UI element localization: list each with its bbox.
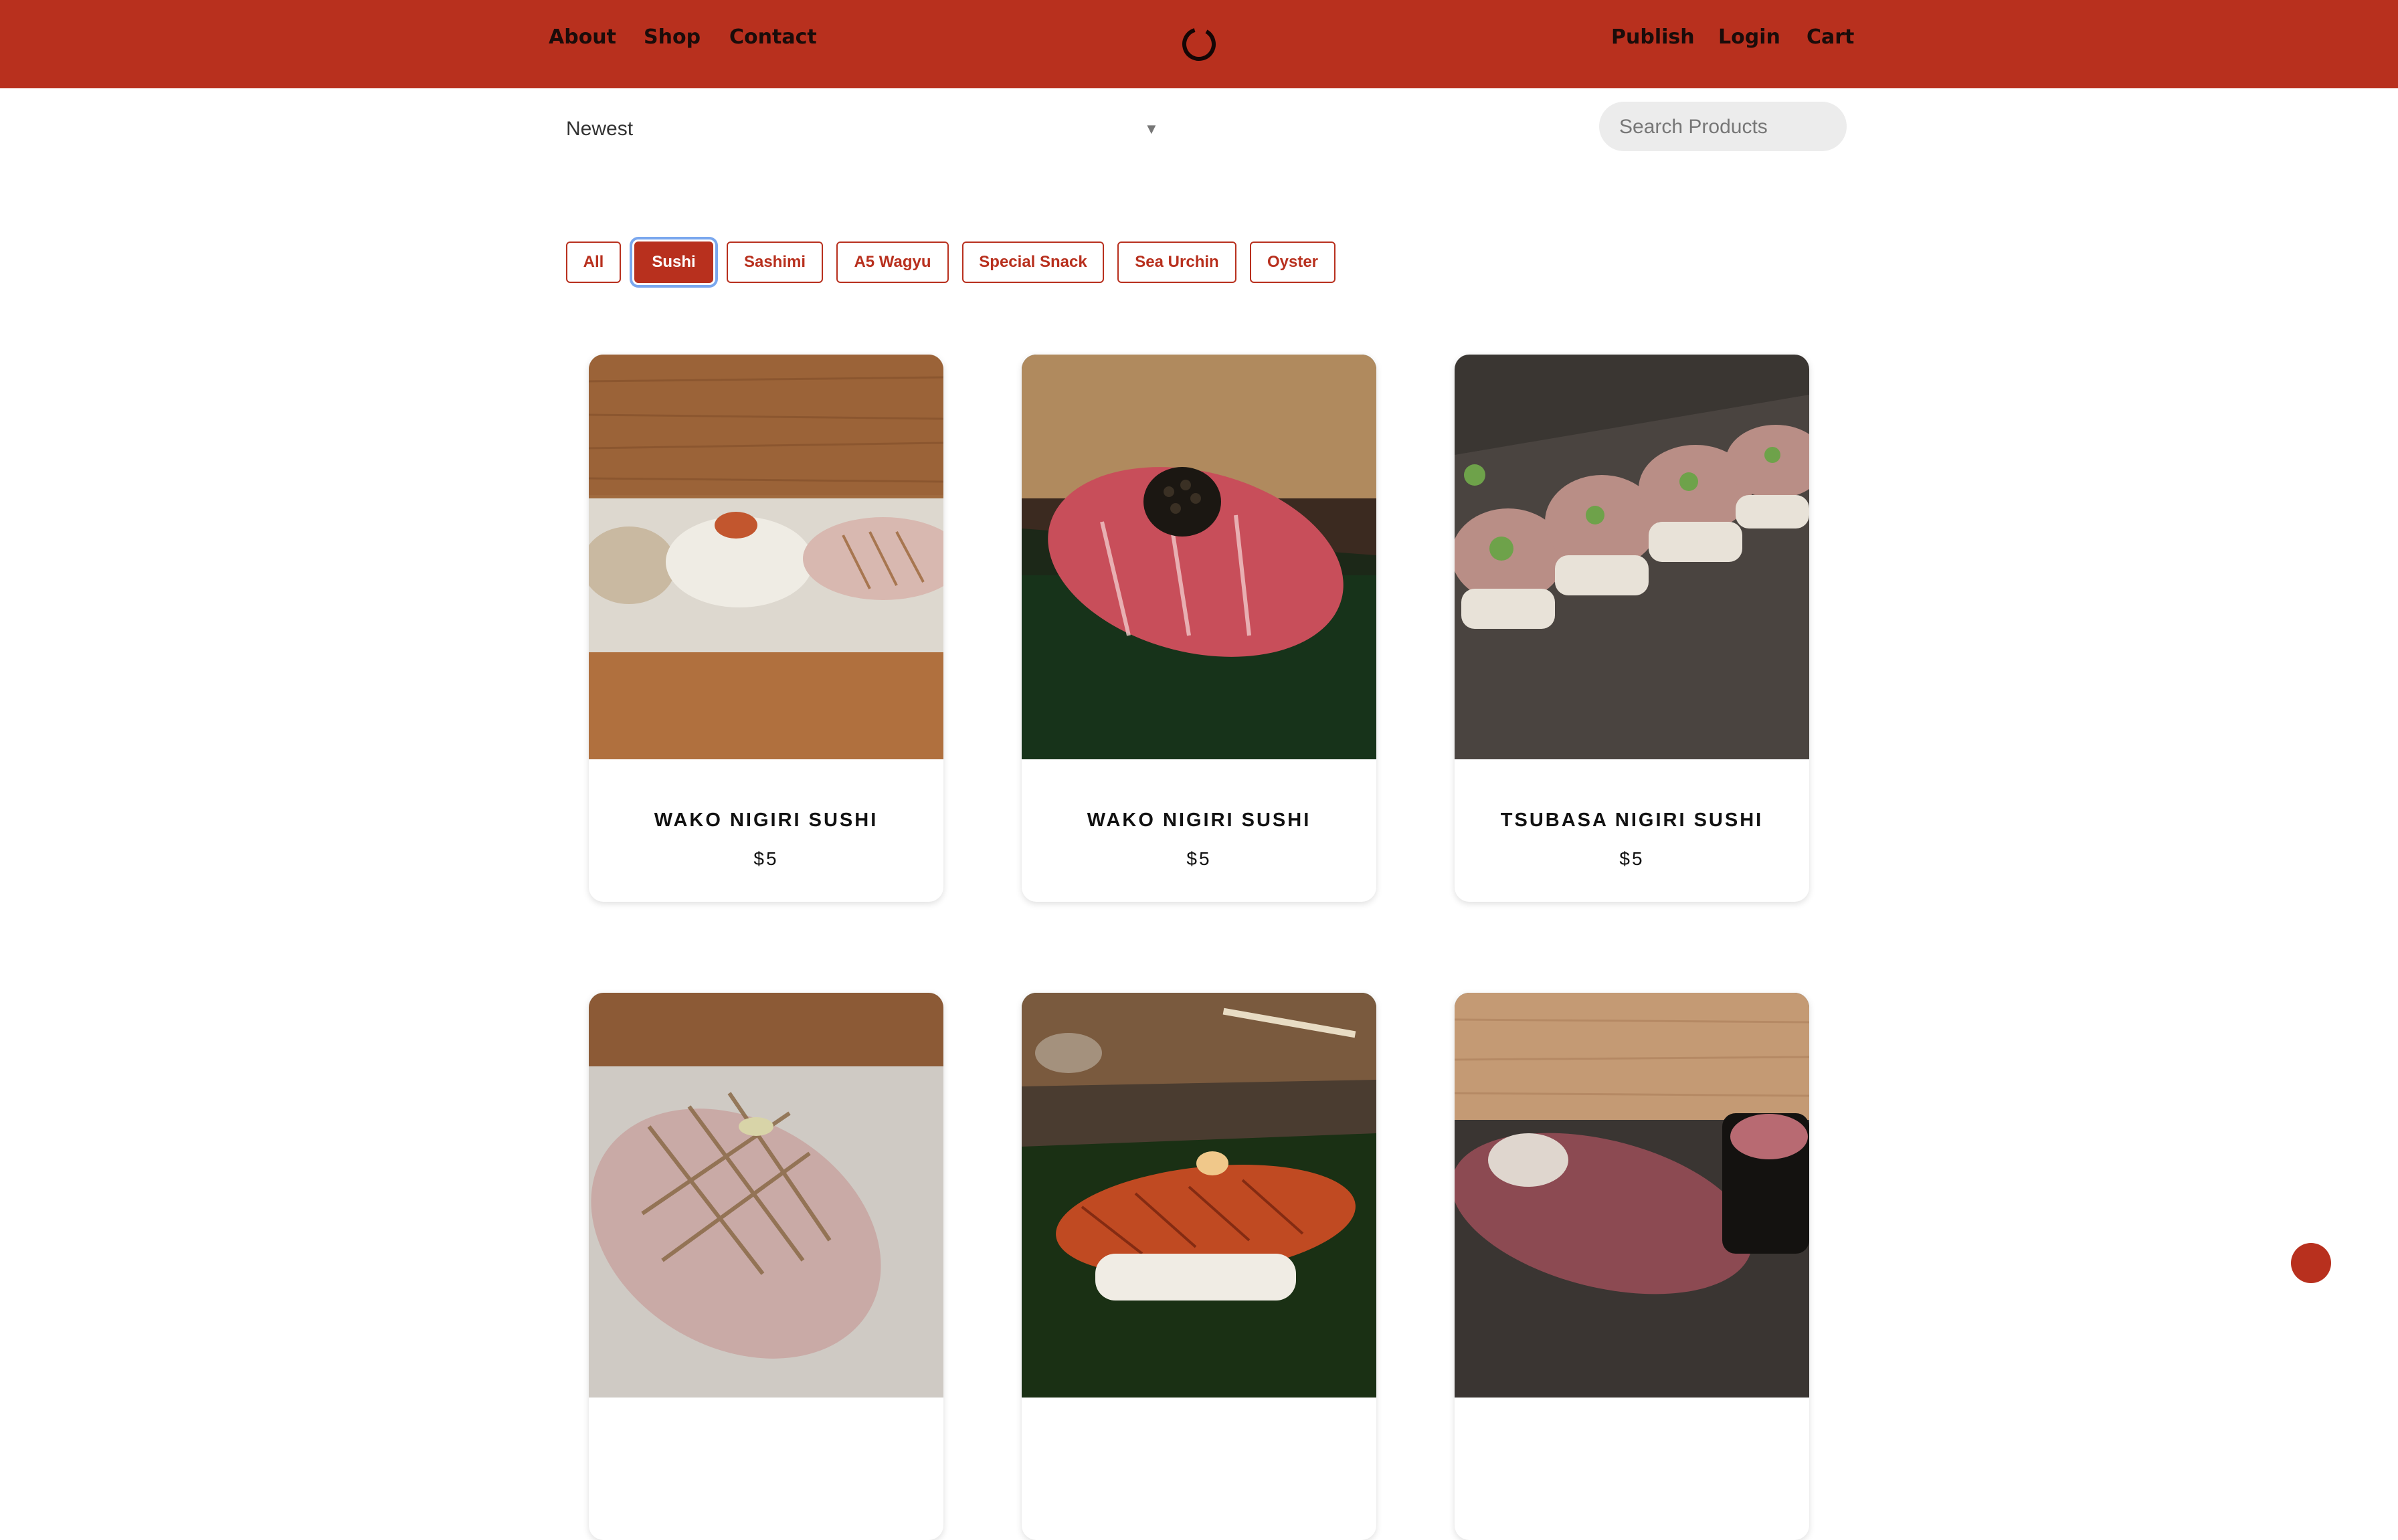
chat-bubble-icon[interactable] [2291,1243,2331,1283]
otoro-nigiri-with-caviar-photo [1022,355,1376,759]
filter-sushi[interactable]: Sushi [634,242,713,283]
filter-a5-wagyu[interactable]: A5 Wagyu [836,242,949,283]
top-navigation-bar: About Shop Contact Publish Login Cart [0,0,2398,88]
product-name: TSUBASA NIGIRI SUSHI [1500,809,1764,831]
sort-selected-value: Newest [566,118,634,140]
product-card[interactable]: WAKO NIGIRI SUSHI $5 [589,355,943,902]
sushi-plate-three-nigiri-photo [589,355,943,759]
seared-kinmedai-nigiri-photo [1022,993,1376,1398]
chevron-down-icon: ▼ [1144,120,1159,137]
filter-oyster[interactable]: Oyster [1250,242,1335,283]
ring-logo-icon[interactable] [1179,24,1219,64]
nav-link-contact[interactable]: Contact [729,24,817,51]
seared-tuna-nigiri-photo [1455,993,1809,1398]
product-name: WAKO NIGIRI SUSHI [1087,809,1311,831]
product-card[interactable] [1455,993,1809,1540]
product-card[interactable] [1022,993,1376,1540]
product-card[interactable]: WAKO NIGIRI SUSHI $5 [1022,355,1376,902]
seared-pressed-sushi-photo [1455,355,1809,759]
nav-link-shop[interactable]: Shop [644,24,701,51]
nav-link-publish[interactable]: Publish [1611,24,1695,51]
product-card[interactable] [589,993,943,1540]
nav-link-about[interactable]: About [549,24,616,51]
product-price: $5 [753,848,779,869]
filter-sea-urchin[interactable]: Sea Urchin [1117,242,1236,283]
filter-special-snack[interactable]: Special Snack [962,242,1104,283]
search-input[interactable] [1618,102,1835,153]
sort-select[interactable]: Newest ▼ [559,112,1159,146]
search-box[interactable] [1599,102,1847,153]
filter-all[interactable]: All [566,242,621,283]
filter-sashimi[interactable]: Sashimi [727,242,823,283]
product-card[interactable]: TSUBASA NIGIRI SUSHI $5 [1455,355,1809,902]
scored-mackerel-nigiri-photo [589,993,943,1398]
product-price: $5 [1186,848,1212,869]
product-name: WAKO NIGIRI SUSHI [654,809,879,831]
nav-link-cart[interactable]: Cart [1807,24,1854,51]
product-price: $5 [1619,848,1645,869]
nav-link-login[interactable]: Login [1718,24,1780,51]
